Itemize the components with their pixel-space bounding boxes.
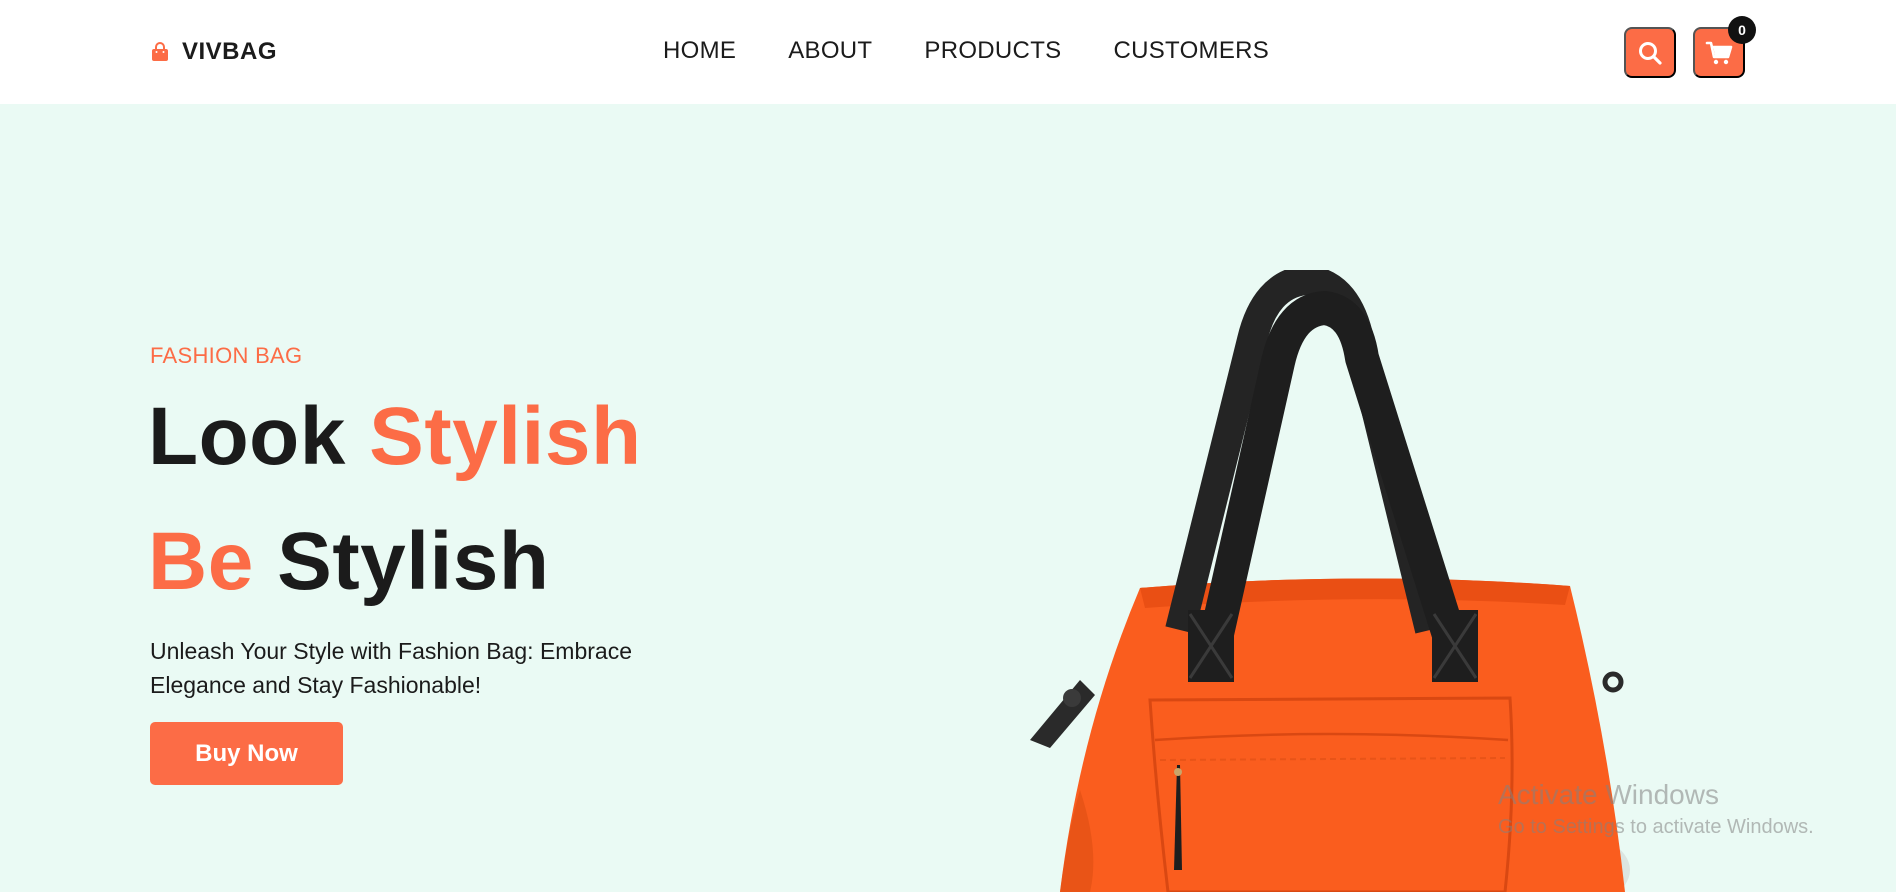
- watermark-title: Activate Windows: [1498, 779, 1719, 810]
- search-button[interactable]: [1624, 27, 1676, 78]
- nav-link-home[interactable]: HOME: [663, 37, 736, 65]
- brand-name: VIVBAG: [182, 38, 278, 65]
- shopping-bag-icon: [152, 42, 168, 61]
- nav-link-products[interactable]: PRODUCTS: [924, 37, 1061, 65]
- nav-link-customers[interactable]: CUSTOMERS: [1113, 37, 1269, 65]
- hero-headline-line2: Be Stylish: [148, 521, 550, 603]
- headline-word-stylish: Stylish: [277, 516, 550, 607]
- main-navigation: HOME ABOUT PRODUCTS CUSTOMERS: [663, 37, 1269, 65]
- headline-word-be-accent: Be: [148, 516, 254, 607]
- nav-link-about[interactable]: ABOUT: [788, 37, 872, 65]
- buy-now-button[interactable]: Buy Now: [150, 722, 343, 785]
- windows-activation-watermark: Activate Windows Go to Settings to activ…: [1498, 778, 1814, 842]
- hero-description: Unleash Your Style with Fashion Bag: Emb…: [150, 638, 632, 698]
- hero-headline-line1: Look Stylish: [148, 396, 642, 478]
- headline-word-look: Look: [148, 391, 346, 482]
- cart-icon: [1705, 41, 1733, 64]
- watermark-subtitle: Go to Settings to activate Windows.: [1498, 816, 1814, 838]
- navbar: VIVBAG HOME ABOUT PRODUCTS CUSTOMERS 0: [0, 0, 1896, 104]
- cart-count-badge: 0: [1728, 16, 1756, 44]
- headline-word-stylish-accent: Stylish: [369, 391, 642, 482]
- search-icon: [1639, 41, 1662, 65]
- hero-eyebrow: FASHION BAG: [150, 343, 303, 368]
- brand-logo-link[interactable]: VIVBAG: [150, 38, 277, 66]
